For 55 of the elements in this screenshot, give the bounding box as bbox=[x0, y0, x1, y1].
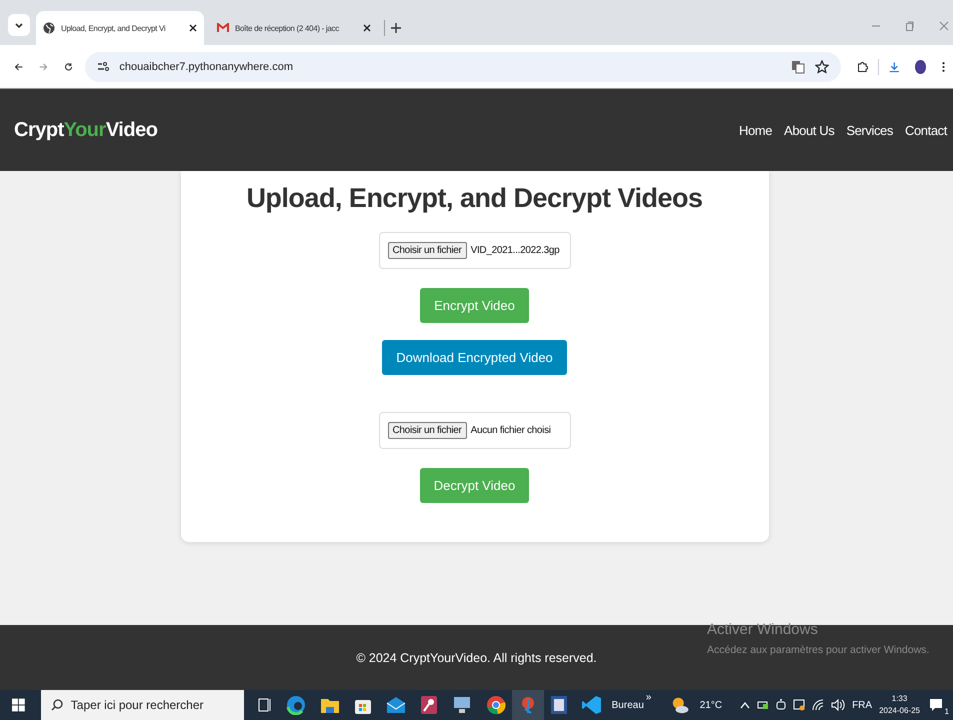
nav-link[interactable]: Services bbox=[846, 122, 893, 138]
search-icon bbox=[50, 699, 63, 711]
nav-link[interactable]: Home bbox=[738, 122, 772, 138]
close-icon[interactable] bbox=[363, 24, 371, 32]
choose-file-button[interactable]: Choisir un fichier bbox=[388, 242, 467, 259]
chrome-icon[interactable] bbox=[486, 695, 506, 715]
page-title: Upload, Encrypt, and Decrypt Videos bbox=[246, 183, 703, 214]
mail-icon bbox=[217, 23, 229, 33]
tab-search-icon[interactable] bbox=[8, 14, 30, 36]
wifi-icon[interactable] bbox=[812, 699, 824, 711]
temperature[interactable]: 21°C bbox=[700, 700, 722, 710]
task-view-icon[interactable] bbox=[258, 697, 272, 713]
activation-title: Activer Windows bbox=[707, 621, 819, 638]
avatar-icon[interactable] bbox=[915, 60, 926, 74]
browser-tab[interactable]: Upload, Encrypt, and Decrypt Vi bbox=[36, 11, 204, 45]
file-input[interactable]: Choisir un fichier Aucun fichier choisi bbox=[378, 412, 570, 449]
toolbar-expand-button[interactable]: » bbox=[646, 692, 652, 703]
translate-icon[interactable] bbox=[791, 60, 806, 74]
file-name: Aucun fichier choisi bbox=[470, 425, 551, 436]
more-icon[interactable] bbox=[942, 60, 945, 74]
download-icon[interactable] bbox=[888, 60, 900, 74]
close-icon[interactable] bbox=[189, 24, 197, 32]
reload-icon[interactable] bbox=[64, 60, 74, 72]
display-icon[interactable] bbox=[793, 699, 806, 711]
nav-link[interactable]: About Us bbox=[784, 122, 834, 138]
speaker-icon[interactable] bbox=[831, 699, 846, 711]
choose-file-button[interactable]: Choisir un fichier bbox=[388, 422, 467, 439]
site-settings-icon[interactable] bbox=[97, 62, 110, 72]
taskbar-search-field[interactable]: Taper ici pour rechercher bbox=[40, 690, 244, 720]
folder-icon[interactable] bbox=[320, 696, 340, 714]
copyright-text: © 2024 CryptYourVideo. All rights reserved. bbox=[356, 650, 597, 664]
site-logo[interactable]: CryptYourVideo bbox=[14, 118, 158, 142]
browser-tab[interactable]: Boîte de réception (2 404) - jacc bbox=[210, 11, 378, 45]
file-input[interactable]: Choisir un fichier VID_2021...2022.3gp bbox=[378, 232, 570, 269]
nav-link[interactable]: Contact bbox=[904, 122, 947, 138]
puzzle-icon[interactable] bbox=[857, 60, 868, 74]
notification-button[interactable]: 1 bbox=[929, 698, 951, 712]
mail-icon[interactable] bbox=[386, 696, 406, 714]
file-name: VID_2021...2022.3gp bbox=[470, 245, 560, 256]
star-icon[interactable] bbox=[815, 60, 830, 74]
address-field[interactable]: chouaibcher7.pythonanywhere.com bbox=[85, 52, 842, 82]
computer-icon[interactable] bbox=[452, 695, 472, 715]
edge-icon[interactable] bbox=[286, 695, 306, 715]
windows-start-icon[interactable] bbox=[12, 698, 25, 712]
back-icon[interactable] bbox=[14, 60, 24, 72]
activation-text: Accédez aux paramètres pour activer Windows. bbox=[707, 644, 930, 656]
restore-icon[interactable] bbox=[905, 21, 915, 31]
new-tab-icon[interactable] bbox=[391, 23, 401, 33]
weather-icon[interactable] bbox=[671, 695, 690, 715]
clock[interactable]: 1:33 2024-06-25 bbox=[879, 693, 920, 717]
action-button[interactable]: Download Encrypted Video bbox=[382, 340, 567, 375]
globe-icon bbox=[43, 22, 55, 34]
desktop-toolbar-label[interactable]: Bureau bbox=[612, 700, 644, 710]
language-indicator[interactable]: FRA bbox=[852, 700, 872, 710]
chevron-up-icon[interactable] bbox=[740, 701, 750, 709]
